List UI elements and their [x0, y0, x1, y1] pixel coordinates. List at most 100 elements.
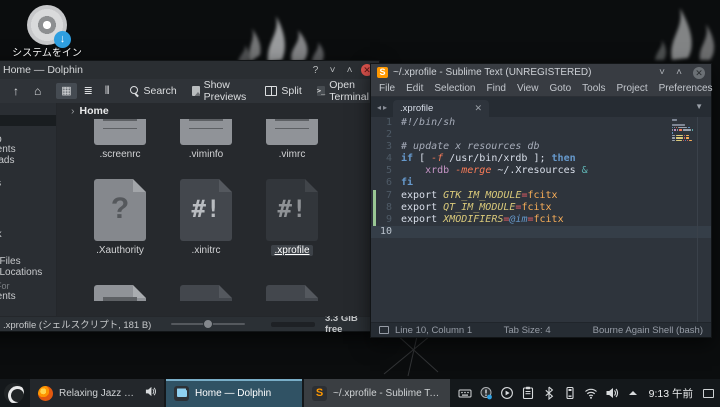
code-line-6[interactable]: 6fi	[371, 177, 711, 189]
input-method-icon[interactable]	[458, 386, 473, 401]
file-item-.vimrc[interactable]: .vimrc	[249, 119, 335, 160]
file-item[interactable]: #!	[249, 285, 335, 301]
show-desktop-button[interactable]	[703, 389, 714, 398]
show-previews-button[interactable]: Show Previews	[188, 77, 255, 105]
media-player-icon[interactable]	[500, 386, 515, 401]
distro-logo-icon	[4, 383, 24, 403]
split-button[interactable]: Split	[261, 83, 305, 99]
sidebar-item-documents[interactable]: Documents	[0, 292, 56, 303]
cursor-position[interactable]: Line 10, Column 1	[395, 325, 472, 336]
help-button[interactable]: ?	[309, 65, 322, 76]
file-item[interactable]: #!	[163, 285, 249, 301]
code-editor[interactable]: 1#!/bin/sh23# update x resources db4if […	[371, 117, 711, 322]
terminal-icon: >_	[317, 86, 325, 96]
token-cm: #!/bin/sh	[401, 117, 455, 128]
taskbar-task[interactable]: Relaxing Jazz Piano Radio - Slo...	[30, 379, 164, 407]
file-item-.xinitrc[interactable]: #!.xinitrc	[163, 179, 249, 256]
code-line-7[interactable]: 7export GTK_IM_MODULE=fcitx	[371, 190, 711, 202]
code-line-4[interactable]: 4if [ -f /usr/bin/xrdb ]; then	[371, 153, 711, 165]
file-item[interactable]	[77, 285, 163, 301]
device-notifier-icon[interactable]	[563, 386, 578, 401]
file-item-.Xauthority[interactable]: ?.Xauthority	[77, 179, 163, 256]
details-view-button[interactable]: ≣	[79, 83, 98, 99]
search-button[interactable]: Search	[126, 83, 181, 99]
breadcrumb-location[interactable]: Home	[80, 105, 109, 117]
code-line-10[interactable]: 10	[371, 226, 711, 238]
sidebar-item-recent-files[interactable]: Recent Files	[0, 257, 56, 268]
sidebar-item-documents[interactable]: Documents	[0, 145, 56, 156]
menu-file[interactable]: File	[379, 83, 395, 94]
file-item-.xprofile[interactable]: #!.xprofile	[249, 179, 335, 256]
minimap-seg	[686, 137, 689, 139]
syntax-indicator[interactable]: Bourne Again Shell (bash)	[593, 325, 703, 336]
open-terminal-button[interactable]: >_ Open Terminal	[313, 77, 377, 105]
code-line-9[interactable]: 9export XMODIFIERS=@im=fcitx	[371, 214, 711, 226]
sidebar-item-music[interactable]: Music	[0, 166, 56, 177]
sidebar-item-images[interactable]: Images	[0, 302, 56, 313]
menu-preferences[interactable]: Preferences	[659, 83, 713, 94]
token-vr: GTK_IM_MODULE	[443, 190, 521, 201]
fullscreen-toggle-icon[interactable]	[379, 326, 389, 334]
bluetooth-icon[interactable]	[542, 386, 557, 401]
home-button[interactable]: ⌂	[30, 83, 45, 99]
taskbar-task[interactable]: Home — Dolphin	[166, 379, 302, 407]
updates-badge-icon[interactable]	[479, 386, 494, 401]
sidebar-item-network[interactable]: Network	[0, 230, 56, 241]
menu-project[interactable]: Project	[617, 83, 648, 94]
wifi-icon[interactable]	[584, 386, 599, 401]
folder-view[interactable]: › Home .screenrc.viminfo.vimrc ?.Xauthori…	[57, 103, 379, 316]
text-lines	[275, 119, 309, 129]
code-line-2[interactable]: 2	[371, 129, 711, 141]
task-label: Relaxing Jazz Piano Radio - Slo...	[59, 388, 137, 399]
minimap[interactable]	[672, 119, 696, 145]
volume-icon[interactable]	[605, 386, 620, 401]
file-icon: #!	[266, 285, 318, 301]
token-vl: fcitx	[534, 214, 564, 225]
menu-find[interactable]: Find	[487, 83, 506, 94]
maximize-button[interactable]: ˄	[673, 67, 685, 78]
zoom-slider[interactable]	[171, 323, 245, 325]
minimap-row	[672, 127, 696, 129]
tab-overflow-icon[interactable]: ▼	[695, 102, 703, 111]
menu-tools[interactable]: Tools	[582, 83, 605, 94]
file-item-.viminfo[interactable]: .viminfo	[163, 119, 249, 160]
code-line-3[interactable]: 3# update x resources db	[371, 141, 711, 153]
minimap-seg	[672, 127, 673, 129]
app-launcher-button[interactable]	[0, 379, 28, 407]
file-item-.screenrc[interactable]: .screenrc	[77, 119, 163, 160]
sublime-titlebar[interactable]: S ~/.xprofile - Sublime Text (UNREGISTER…	[371, 64, 711, 81]
zoom-slider-handle[interactable]	[203, 319, 213, 329]
menu-edit[interactable]: Edit	[406, 83, 423, 94]
menu-selection[interactable]: Selection	[434, 83, 475, 94]
sidebar-item-recent-locations[interactable]: Recent Locations	[0, 268, 56, 279]
code-line-1[interactable]: 1#!/bin/sh	[371, 117, 711, 129]
tab-size-indicator[interactable]: Tab Size: 4	[504, 325, 551, 336]
minimap-row	[672, 132, 696, 134]
close-button[interactable]: ✕	[693, 67, 705, 79]
sidebar-item-downloads[interactable]: Downloads	[0, 156, 56, 167]
code-line-5[interactable]: 5 xrdb -merge ~/.Xresources &	[371, 165, 711, 177]
maximize-button[interactable]: ˄	[343, 65, 356, 76]
tab-scroll-arrows[interactable]: ◂▸	[377, 103, 389, 112]
minimize-button[interactable]: ˅	[326, 65, 339, 76]
sidebar-item-videos[interactable]: Videos	[0, 189, 56, 200]
menu-view[interactable]: View	[517, 83, 539, 94]
audio-playing-icon[interactable]	[145, 386, 156, 400]
menu-goto[interactable]: Goto	[549, 83, 571, 94]
clock[interactable]: 9:13 午前	[649, 386, 693, 401]
sidebar-item-home[interactable]: Home	[0, 115, 56, 126]
up-button[interactable]: ↑	[9, 83, 23, 99]
expand-tray-icon[interactable]	[626, 386, 641, 401]
clipboard-icon[interactable]	[521, 386, 536, 401]
taskbar-panel: Relaxing Jazz Piano Radio - Slo... Home —…	[0, 379, 720, 407]
tab-xprofile[interactable]: .xprofile ✕	[393, 100, 489, 117]
taskbar-task[interactable]: S~/.xprofile - Sublime Text (UNREGIST...	[304, 379, 450, 407]
sidebar-item-pictures[interactable]: Pictures	[0, 179, 56, 190]
tab-close-icon[interactable]: ✕	[474, 103, 482, 114]
breadcrumb[interactable]: › Home	[57, 103, 379, 119]
compact-view-button[interactable]: ⫴	[100, 83, 115, 99]
file-name: .xinitrc	[189, 245, 224, 256]
code-line-8[interactable]: 8export QT_IM_MODULE=fcitx	[371, 202, 711, 214]
icons-view-button[interactable]: ▦	[56, 83, 76, 99]
minimize-button[interactable]: ˅	[656, 67, 668, 78]
